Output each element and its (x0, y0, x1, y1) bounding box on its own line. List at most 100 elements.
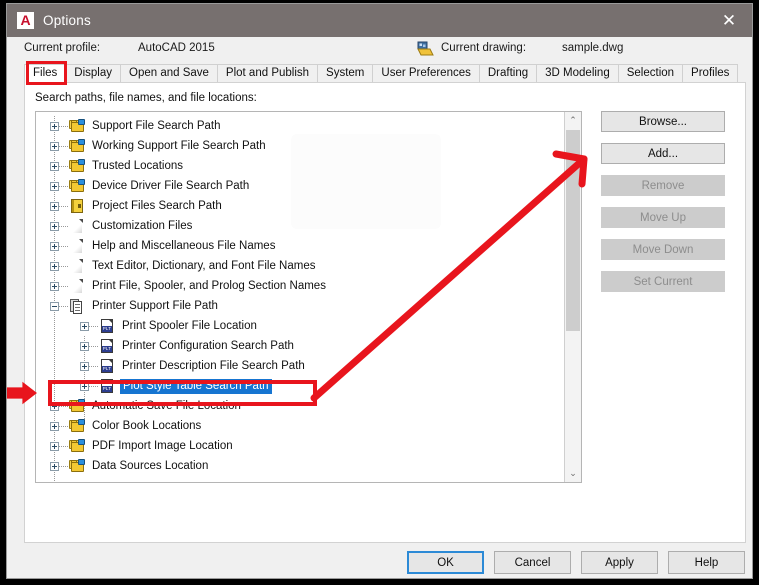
tab-profiles[interactable]: Profiles (682, 64, 739, 83)
expand-icon[interactable] (50, 441, 59, 451)
tree-connector (59, 265, 69, 267)
tree-item-label: Printer Configuration Search Path (122, 340, 294, 352)
expand-icon[interactable] (50, 201, 59, 211)
plt-file-icon: PLT (99, 358, 116, 374)
tree-item[interactable]: Data Sources Location (50, 456, 208, 476)
side-button-group: Browse... Add... Remove Move Up Move Down Set… (601, 111, 725, 303)
expand-icon[interactable] (50, 461, 59, 471)
expand-icon[interactable] (50, 281, 59, 291)
expand-icon[interactable] (50, 261, 59, 271)
tree-item[interactable]: PLT Print Spooler File Location (80, 316, 257, 336)
move-down-button: Move Down (601, 239, 725, 260)
expand-icon[interactable] (50, 421, 59, 431)
expand-icon[interactable] (50, 401, 59, 411)
tree-connector (59, 165, 69, 167)
expand-icon[interactable] (50, 241, 59, 251)
apply-button[interactable]: Apply (581, 551, 658, 574)
current-drawing-label: Current drawing: (441, 42, 527, 54)
autocad-logo-icon: A (17, 12, 34, 29)
window-title: Options (43, 13, 91, 28)
close-icon[interactable]: ✕ (706, 4, 752, 37)
tree-item[interactable]: Customization Files (50, 216, 192, 236)
tree-item[interactable]: Trusted Locations (50, 156, 183, 176)
tree-item[interactable]: PLT Plot Style Table Search Path (80, 376, 272, 396)
tree-connector (59, 245, 69, 247)
tree-item-label: Data Sources Location (92, 460, 209, 472)
add-button[interactable]: Add... (601, 143, 725, 164)
tree-item-label: Print File, Spooler, and Prolog Section … (92, 280, 326, 292)
folder-icon (69, 178, 86, 194)
current-profile-label: Current profile: (24, 42, 101, 54)
tab-display[interactable]: Display (65, 64, 121, 83)
expand-icon[interactable] (80, 381, 89, 391)
tree-item[interactable]: Project Files Search Path (50, 196, 222, 216)
tree-item-label: Support File Search Path (92, 120, 221, 132)
collapse-icon[interactable] (50, 301, 59, 311)
drawing-icon (417, 41, 434, 56)
tree-connector (59, 285, 69, 287)
expand-icon[interactable] (80, 321, 89, 331)
tree-item-label: Text Editor, Dictionary, and Font File N… (92, 260, 316, 272)
tree-item[interactable]: Color Book Locations (50, 416, 201, 436)
tree-connector (59, 465, 69, 467)
expand-icon[interactable] (50, 221, 59, 231)
tree-item[interactable]: PLT Printer Description File Search Path (80, 356, 305, 376)
tree-item[interactable]: Working Support File Search Path (50, 136, 266, 156)
expand-icon[interactable] (80, 361, 89, 371)
tree-connector (59, 125, 69, 127)
scroll-up-icon[interactable]: ⌃ (565, 112, 581, 129)
tab-open-and-save[interactable]: Open and Save (120, 64, 218, 83)
scrollbar-thumb[interactable] (566, 130, 580, 331)
tree-content: Support File Search Path Working Support … (36, 112, 564, 482)
tree-connector (89, 385, 99, 387)
tree-item[interactable]: PDF Import Image Location (50, 436, 233, 456)
expand-icon[interactable] (50, 161, 59, 171)
page-icon (69, 238, 86, 254)
scroll-down-icon[interactable]: ⌄ (565, 465, 581, 482)
tree-item[interactable]: PLT Printer Configuration Search Path (80, 336, 294, 356)
tree-connector (59, 145, 69, 147)
folder-icon (69, 438, 86, 454)
expand-icon[interactable] (50, 141, 59, 151)
tab-strip: Files Display Open and Save Plot and Publis… (24, 64, 739, 83)
tree-item[interactable]: Print File, Spooler, and Prolog Section … (50, 276, 326, 296)
page-caption: Search paths, file names, and file locat… (35, 92, 257, 104)
options-dialog: A Options ✕ Current profile: AutoCAD 201… (6, 3, 753, 579)
set-current-button: Set Current (601, 271, 725, 292)
title-bar: A Options ✕ (7, 4, 752, 37)
cancel-button[interactable]: Cancel (494, 551, 571, 574)
tree-item-label: Working Support File Search Path (92, 140, 266, 152)
tree-item-label: Customization Files (92, 220, 193, 232)
page-icon (69, 218, 86, 234)
tree-item-label: Printer Description File Search Path (122, 360, 305, 372)
tree-connector (59, 305, 69, 307)
ok-button[interactable]: OK (407, 551, 484, 574)
tab-plot-and-publish[interactable]: Plot and Publish (216, 64, 319, 83)
tree-item[interactable]: Printer Support File Path (50, 296, 218, 316)
tab-selection[interactable]: Selection (617, 64, 684, 83)
expand-icon[interactable] (50, 121, 59, 131)
browse-button[interactable]: Browse... (601, 111, 725, 132)
watermark (291, 134, 441, 229)
tree-connector (89, 365, 99, 367)
tab-drafting[interactable]: Drafting (478, 64, 538, 83)
project-folder-icon (69, 198, 86, 214)
tree-item[interactable]: Automatic Save File Location (50, 396, 241, 416)
tab-3d-modeling[interactable]: 3D Modeling (536, 64, 619, 83)
expand-icon[interactable] (80, 341, 89, 351)
tab-user-preferences[interactable]: User Preferences (372, 64, 480, 83)
tree-connector (59, 405, 69, 407)
search-paths-tree[interactable]: Support File Search Path Working Support … (35, 111, 582, 483)
expand-icon[interactable] (50, 181, 59, 191)
tree-item[interactable]: Support File Search Path (50, 116, 221, 136)
tree-item-label: Print Spooler File Location (122, 320, 257, 332)
tree-item[interactable]: Text Editor, Dictionary, and Font File N… (50, 256, 316, 276)
help-button[interactable]: Help (668, 551, 745, 574)
tab-system[interactable]: System (317, 64, 374, 83)
tree-item[interactable]: Device Driver File Search Path (50, 176, 249, 196)
tree-item[interactable]: Help and Miscellaneous File Names (50, 236, 275, 256)
tree-vertical-scrollbar[interactable]: ⌃ ⌄ (564, 112, 581, 482)
tree-item-label: Color Book Locations (92, 420, 202, 432)
tab-files[interactable]: Files (24, 64, 67, 83)
tree-item-label: PDF Import Image Location (92, 440, 233, 452)
